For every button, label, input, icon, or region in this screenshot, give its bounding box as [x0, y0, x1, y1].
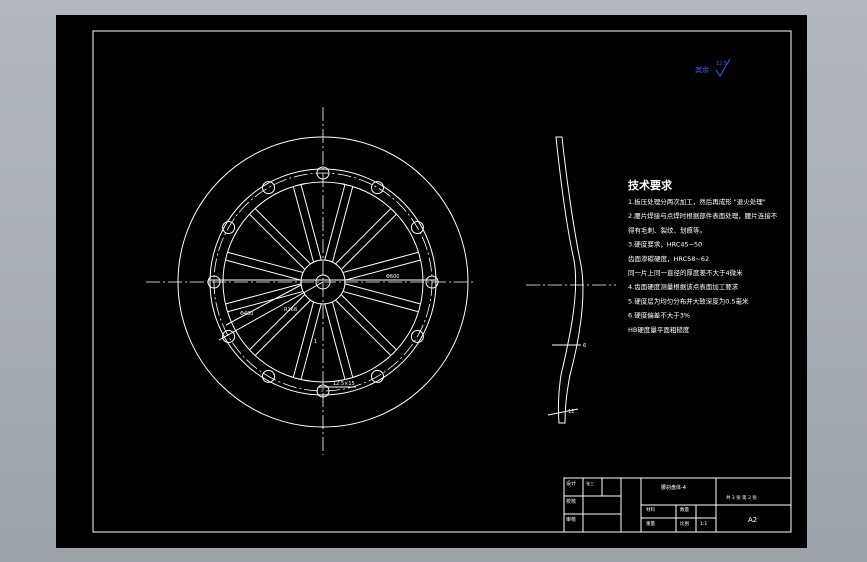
spoke-edge: [324, 304, 346, 380]
front-view: Φ600 R168 Φ480 1 12.5×15: [146, 107, 476, 455]
tech-requirement-line: 4.齿面硬度测量根据该点表面加工要求: [628, 282, 739, 291]
drawing-canvas[interactable]: 其余 12.5 Φ600 R168 Φ480 1 12.5×15 6 12 技术…: [56, 15, 807, 548]
spoke-edge: [332, 186, 354, 262]
dim-radial-text: R168: [284, 307, 297, 313]
tb-weight-label: 重量: [646, 520, 655, 527]
side-view: 6 12: [526, 136, 616, 424]
tech-requirement-line: 得有毛刺、裂纹、划痕等。: [628, 225, 706, 234]
side-dim-bottom: 12: [568, 409, 574, 415]
tb-part-name: 腰刹盘体-4: [661, 484, 686, 491]
tech-requirement-line: 同一片上同一直径的厚度差不大于4微米: [628, 268, 743, 277]
tech-requirements: 技术要求 1.板压处理分两次加工，然后再成形 "退火处理" 2.腰片焊接与点焊时根…: [628, 178, 778, 334]
tb-scale-value: 1:1: [700, 521, 707, 527]
spoke-edge: [227, 251, 303, 273]
roughness-value: 12.5: [716, 61, 727, 67]
title-block: 设计 张三 校核 审核 腰刹盘体-4 材料 数量 重量 比例 1:1 共 3 张…: [563, 477, 792, 533]
dim-left-text: 1: [314, 339, 317, 345]
spoke-edge: [343, 251, 419, 273]
tb-material-label: 材料: [646, 506, 655, 513]
roughness-label: 其余: [695, 65, 709, 74]
dim-line-inner: [225, 284, 302, 326]
spoke-edge: [292, 186, 314, 262]
tb-row1-value: 张三: [586, 480, 594, 486]
tech-requirement-line: 3.硬度要求，HRC45~50: [628, 240, 702, 249]
spoke-edge: [300, 184, 322, 260]
spoke-edge: [345, 283, 421, 305]
spoke-edge: [225, 259, 301, 281]
tech-requirement-line: 2.腰片焊接与点焊时根据部件表面处理，腰片连接不: [628, 211, 778, 220]
tb-row3-label: 审核: [566, 516, 576, 523]
tech-requirements-list: 1.板压处理分两次加工，然后再成形 "退火处理" 2.腰片焊接与点焊时根据部件表面…: [628, 197, 778, 334]
spoke-edge: [254, 300, 311, 356]
tb-drawing-code: A2: [748, 516, 757, 524]
dim-line-radial: [218, 281, 324, 341]
dim-inner-text: Φ480: [240, 311, 253, 317]
dim-bottom-text: 12.5×15: [333, 381, 355, 387]
side-profile-outline: [555, 136, 584, 424]
roughness-symbol: 其余 12.5: [695, 58, 731, 77]
spoke-edge: [292, 302, 314, 378]
spoke-edge: [335, 300, 392, 356]
tech-requirement-line: 齿面渗碳硬度，HRC58~62: [628, 254, 709, 263]
drawing-svg: 其余 12.5 Φ600 R168 Φ480 1 12.5×15 6 12 技术…: [92, 30, 792, 533]
spoke-edge: [254, 208, 311, 264]
tb-qty-label: 数量: [680, 506, 689, 513]
spoke-edge: [343, 291, 419, 313]
dim-outer-text: Φ600: [386, 274, 399, 280]
spoke-edge: [300, 304, 322, 380]
spoke-edge: [249, 213, 305, 270]
tech-requirement-line: 5.硬度层为均匀分布并大致深度为0.5毫米: [628, 296, 749, 305]
tb-scale-label: 比例: [680, 520, 689, 527]
drawing-frame: [92, 30, 792, 533]
spoke-edge: [335, 208, 392, 264]
spoke-edge: [345, 259, 421, 281]
spoke-edge: [324, 184, 346, 260]
tb-row2-label: 校核: [566, 498, 576, 505]
tech-requirement-line: 1.板压处理分两次加工，然后再成形 "退火处理": [628, 197, 766, 206]
spoke-edge: [249, 294, 305, 351]
spoke-edge: [341, 294, 397, 351]
tech-requirements-title: 技术要求: [628, 178, 673, 192]
viewer-window: 其余 12.5 Φ600 R168 Φ480 1 12.5×15 6 12 技术…: [0, 0, 867, 562]
tb-sheet-info: 共 3 张 第 2 张: [726, 494, 757, 501]
spoke-edge: [332, 302, 354, 378]
tech-requirement-line: HB硬度量平面粗糙度: [628, 325, 690, 334]
tb-row1-label: 设计: [566, 480, 576, 487]
spoke-edge: [341, 213, 397, 270]
side-dim-mid: 6: [583, 343, 586, 349]
tech-requirement-line: 6.硬度偏差不大于3%: [628, 311, 690, 320]
